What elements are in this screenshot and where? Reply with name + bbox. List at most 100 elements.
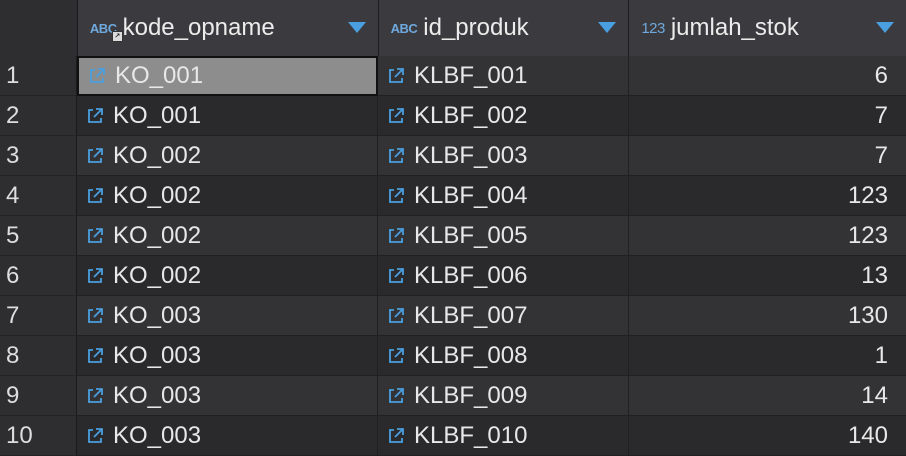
cell-value: KLBF_002 [414,101,528,129]
cell-id-produk[interactable]: KLBF_005 [378,216,629,256]
cell-jumlah-stok[interactable]: 14 [629,376,906,416]
foreign-key-link-icon[interactable] [85,346,105,366]
cell-kode-opname[interactable]: KO_001 [77,56,378,96]
row-number[interactable]: 2 [0,96,77,136]
foreign-key-link-icon[interactable] [386,146,406,166]
foreign-key-link-icon[interactable] [386,66,406,86]
cell-kode-opname[interactable]: KO_002 [77,176,378,216]
foreign-key-link-icon[interactable] [85,266,105,286]
foreign-key-link-icon[interactable] [386,346,406,366]
cell-kode-opname[interactable]: KO_001 [77,96,378,136]
row-number[interactable]: 1 [0,56,77,96]
sort-dropdown-icon[interactable] [876,22,894,33]
cell-id-produk[interactable]: KLBF_009 [378,376,629,416]
table-row[interactable]: 10 KO_003 KLBF_010 140 [0,416,906,456]
cell-id-produk[interactable]: KLBF_003 [378,136,629,176]
cell-id-produk[interactable]: KLBF_006 [378,256,629,296]
cell-id-produk[interactable]: KLBF_001 [378,56,629,96]
cell-value: KLBF_009 [414,381,528,409]
foreign-key-link-icon[interactable] [386,226,406,246]
sort-dropdown-icon[interactable] [598,22,617,33]
cell-id-produk[interactable]: KLBF_010 [378,416,629,456]
row-number-header[interactable] [0,0,78,56]
foreign-key-link-icon[interactable] [85,426,105,446]
cell-value: KO_001 [113,101,202,129]
cell-jumlah-stok[interactable]: 13 [629,256,906,296]
table-row[interactable]: 1 KO_001 KLBF_001 6 [0,56,906,96]
table-row[interactable]: 3 KO_002 KLBF_003 7 [0,136,906,176]
cell-id-produk[interactable]: KLBF_007 [378,296,629,336]
cell-jumlah-stok[interactable]: 130 [629,296,906,336]
column-header-id-produk[interactable]: ABC id_produk [378,0,630,56]
number-type-icon: 123 [641,19,665,37]
foreign-key-link-icon[interactable] [87,66,107,86]
cell-kode-opname[interactable]: KO_002 [77,136,378,176]
cell-value: KO_002 [113,181,202,209]
cell-value: KO_003 [113,421,202,449]
column-label: kode_opname [122,14,275,41]
foreign-key-link-icon[interactable] [386,266,406,286]
table-row[interactable]: 7 KO_003 KLBF_007 130 [0,296,906,336]
cell-kode-opname[interactable]: KO_003 [77,376,378,416]
cell-kode-opname[interactable]: KO_002 [77,256,378,296]
foreign-key-link-icon[interactable] [85,306,105,326]
column-header-kode-opname[interactable]: ABC ↗ kode_opname [77,0,379,56]
cell-value: 123 [847,221,888,249]
foreign-key-link-icon[interactable] [386,306,406,326]
sort-dropdown-icon[interactable] [347,22,366,33]
cell-jumlah-stok[interactable]: 7 [629,136,906,176]
foreign-key-link-icon[interactable] [85,146,105,166]
foreign-key-link-icon[interactable] [386,386,406,406]
table-row[interactable]: 8 KO_003 KLBF_008 1 [0,336,906,376]
cell-kode-opname[interactable]: KO_003 [77,296,378,336]
cell-value: KO_003 [113,341,202,369]
cell-value: KLBF_006 [414,261,528,289]
cell-value: KO_001 [115,62,204,89]
cell-jumlah-stok[interactable]: 1 [629,336,906,376]
cell-jumlah-stok[interactable]: 6 [629,56,906,96]
cell-value: 6 [874,61,888,89]
cell-value: 13 [861,261,888,289]
table-row[interactable]: 5 KO_002 KLBF_005 123 [0,216,906,256]
row-number[interactable]: 9 [0,376,77,416]
result-grid: ABC ↗ kode_opname ABC id_produk 123 jumla… [0,0,906,456]
cell-value: 130 [847,301,888,329]
row-number[interactable]: 6 [0,256,77,296]
cell-id-produk[interactable]: KLBF_008 [378,336,629,376]
cell-jumlah-stok[interactable]: 123 [629,216,906,256]
table-row[interactable]: 2 KO_001 KLBF_002 7 [0,96,906,136]
cell-kode-opname[interactable]: KO_003 [77,416,378,456]
table-row[interactable]: 9 KO_003 KLBF_009 14 [0,376,906,416]
foreign-key-link-icon[interactable] [386,186,406,206]
cell-kode-opname[interactable]: KO_002 [77,216,378,256]
cell-value: 1 [874,341,888,369]
row-number[interactable]: 4 [0,176,77,216]
cell-jumlah-stok[interactable]: 7 [629,96,906,136]
grid-header: ABC ↗ kode_opname ABC id_produk 123 jumla… [0,0,906,57]
row-number[interactable]: 7 [0,296,77,336]
cell-kode-opname[interactable]: KO_003 [77,336,378,376]
cell-value: KLBF_008 [414,341,528,369]
foreign-key-link-icon[interactable] [85,386,105,406]
foreign-key-link-icon[interactable] [386,426,406,446]
row-number[interactable]: 5 [0,216,77,256]
cell-jumlah-stok[interactable]: 123 [629,176,906,216]
text-type-icon: ABC ↗ [90,21,123,42]
foreign-key-link-icon[interactable] [85,186,105,206]
cell-jumlah-stok[interactable]: 140 [629,416,906,456]
table-row[interactable]: 4 KO_002 KLBF_004 123 [0,176,906,216]
row-number[interactable]: 10 [0,416,77,456]
cell-value: KLBF_010 [414,421,528,449]
link-badge-icon: ↗ [111,30,123,42]
row-number[interactable]: 8 [0,336,77,376]
cell-id-produk[interactable]: KLBF_002 [378,96,629,136]
row-number[interactable]: 3 [0,136,77,176]
cell-id-produk[interactable]: KLBF_004 [378,176,629,216]
column-label: id_produk [423,14,529,41]
cell-value: KLBF_007 [414,301,528,329]
column-header-jumlah-stok[interactable]: 123 jumlah_stok [629,0,906,56]
table-row[interactable]: 6 KO_002 KLBF_006 13 [0,256,906,296]
foreign-key-link-icon[interactable] [85,106,105,126]
foreign-key-link-icon[interactable] [386,106,406,126]
foreign-key-link-icon[interactable] [85,226,105,246]
